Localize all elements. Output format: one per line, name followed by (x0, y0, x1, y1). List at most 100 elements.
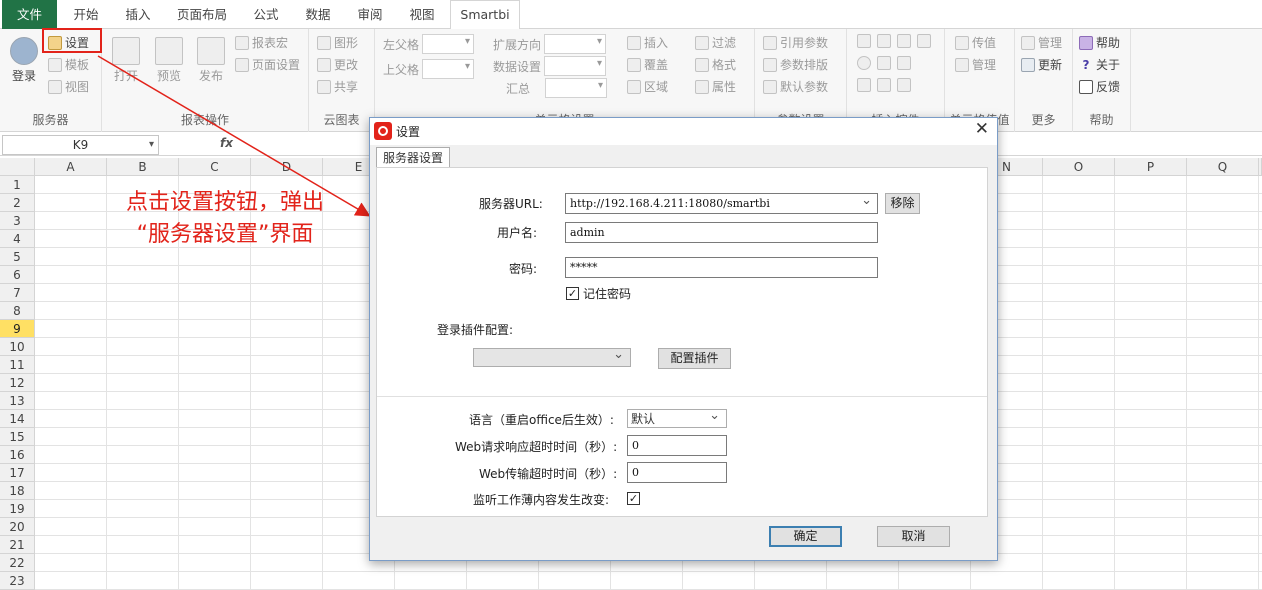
page-setup-button[interactable]: 页面设置 (235, 56, 300, 73)
configure-plugin-button[interactable]: 配置插件 (658, 348, 731, 369)
tab-data[interactable]: 数据 (294, 0, 342, 29)
report-macro-button[interactable]: 报表宏 (235, 34, 288, 51)
row-header[interactable]: 12 (0, 374, 35, 392)
tree-widget-icon[interactable] (897, 56, 911, 70)
grid-widget-icon[interactable] (897, 34, 911, 48)
row-header[interactable]: 14 (0, 410, 35, 428)
calendar-widget-icon[interactable] (917, 34, 931, 48)
row-header[interactable]: 3 (0, 212, 35, 230)
change-button[interactable]: 更改 (317, 56, 358, 73)
radio-widget-icon[interactable] (857, 56, 871, 70)
tab-formulas[interactable]: 公式 (242, 0, 290, 29)
row-header[interactable]: 17 (0, 464, 35, 482)
row-header[interactable]: 22 (0, 554, 35, 572)
tab-insert[interactable]: 插入 (114, 0, 162, 29)
area-button[interactable]: 区域 (627, 78, 668, 95)
about-button[interactable]: ? 关于 (1079, 56, 1121, 73)
feedback-button[interactable]: 反馈 (1079, 78, 1120, 95)
remove-button[interactable]: 移除 (885, 193, 920, 214)
column-header[interactable]: O (1043, 158, 1115, 176)
column-header[interactable]: B (107, 158, 179, 176)
help-button[interactable]: 帮助 (1079, 34, 1120, 51)
left-parent-dropdown[interactable] (422, 34, 475, 54)
row-header[interactable]: 18 (0, 482, 35, 500)
expand-dir-dropdown[interactable] (544, 34, 607, 54)
row-header[interactable]: 7 (0, 284, 35, 302)
checkbox-widget-icon[interactable] (857, 78, 871, 92)
template-button[interactable]: 模板 (48, 56, 89, 73)
row-header[interactable]: 5 (0, 248, 35, 266)
column-header[interactable]: A (35, 158, 107, 176)
left-parent-field[interactable]: 左父格 (383, 34, 475, 54)
send-value-button[interactable]: 传值 (955, 34, 996, 51)
tab-home[interactable]: 开始 (62, 0, 110, 29)
expand-dir-field[interactable]: 扩展方向 (493, 34, 607, 54)
ref-param-button[interactable]: 引用参数 (763, 34, 828, 51)
share-button[interactable]: 共享 (317, 78, 358, 95)
chart-button[interactable]: 图形 (317, 34, 358, 51)
image-widget-icon[interactable] (877, 56, 891, 70)
list-widget-icon[interactable] (877, 34, 891, 48)
table-widget-icon[interactable] (877, 78, 891, 92)
login-button[interactable]: 登录 (10, 37, 38, 84)
row-header[interactable]: 21 (0, 536, 35, 554)
row-header[interactable]: 13 (0, 392, 35, 410)
up-parent-field[interactable]: 上父格 (383, 59, 475, 79)
tab-view[interactable]: 视图 (398, 0, 446, 29)
fx-icon[interactable]: fx (220, 136, 233, 150)
row-header[interactable]: 23 (0, 572, 35, 590)
language-dropdown[interactable]: 默认 (627, 408, 727, 428)
select-all-corner[interactable] (0, 158, 35, 176)
more-manage-button[interactable]: 管理 (1021, 34, 1062, 51)
row-header[interactable]: 19 (0, 500, 35, 518)
format-button[interactable]: 格式 (695, 56, 736, 73)
request-timeout-field[interactable]: 0 (627, 435, 727, 456)
cell-value-manage-button[interactable]: 管理 (955, 56, 996, 73)
transfer-timeout-field[interactable]: 0 (627, 462, 727, 483)
row-header[interactable]: 8 (0, 302, 35, 320)
tab-review[interactable]: 审阅 (346, 0, 394, 29)
view-button[interactable]: 视图 (48, 78, 89, 95)
data-setting-field[interactable]: 数据设置 (493, 56, 607, 76)
row-header[interactable]: 15 (0, 428, 35, 446)
cancel-button[interactable]: 取消 (877, 526, 950, 547)
row-header[interactable]: 10 (0, 338, 35, 356)
row-header[interactable]: 20 (0, 518, 35, 536)
tab-server-settings[interactable]: 服务器设置 (376, 147, 450, 168)
textbox-widget-icon[interactable] (857, 34, 871, 48)
preview-button[interactable]: 预览 (155, 37, 183, 84)
tab-file[interactable]: 文件 (2, 0, 57, 29)
data-setting-dropdown[interactable] (544, 56, 607, 76)
up-parent-dropdown[interactable] (422, 59, 475, 79)
cover-button[interactable]: 覆盖 (627, 56, 668, 73)
login-plugin-dropdown[interactable] (473, 347, 631, 367)
password-field[interactable]: ***** (565, 257, 878, 278)
tab-page-layout[interactable]: 页面布局 (168, 0, 236, 29)
row-header[interactable]: 2 (0, 194, 35, 212)
row-header[interactable]: 1 (0, 176, 35, 194)
row-header[interactable]: 9 (0, 320, 35, 338)
default-param-button[interactable]: 默认参数 (763, 78, 828, 95)
column-header[interactable]: Q (1187, 158, 1259, 176)
row-header[interactable]: 16 (0, 446, 35, 464)
filter-button[interactable]: 过滤 (695, 34, 736, 51)
username-field[interactable]: admin (565, 222, 878, 243)
name-box[interactable]: K9 (2, 135, 159, 155)
server-url-combo[interactable]: http://192.168.4.211:18080/smartbi (565, 193, 878, 214)
column-header[interactable]: C (179, 158, 251, 176)
close-icon[interactable]: ✕ (975, 119, 989, 139)
param-layout-button[interactable]: 参数排版 (763, 56, 828, 73)
tab-smartbi[interactable]: Smartbi (450, 0, 520, 30)
label-widget-icon[interactable] (897, 78, 911, 92)
column-header[interactable]: D (251, 158, 323, 176)
update-button[interactable]: 更新 (1021, 56, 1062, 73)
ok-button[interactable]: 确定 (769, 526, 842, 547)
summary-dropdown[interactable] (545, 78, 608, 98)
open-button[interactable]: 打开 (112, 37, 140, 84)
dialog-titlebar[interactable]: 设置 ✕ (370, 118, 997, 145)
row-header[interactable]: 6 (0, 266, 35, 284)
remember-password-checkbox[interactable]: ✓ (566, 287, 579, 300)
cell-insert-button[interactable]: 插入 (627, 34, 668, 51)
attribute-button[interactable]: 属性 (695, 78, 736, 95)
summary-field[interactable]: 汇总 (506, 78, 608, 98)
